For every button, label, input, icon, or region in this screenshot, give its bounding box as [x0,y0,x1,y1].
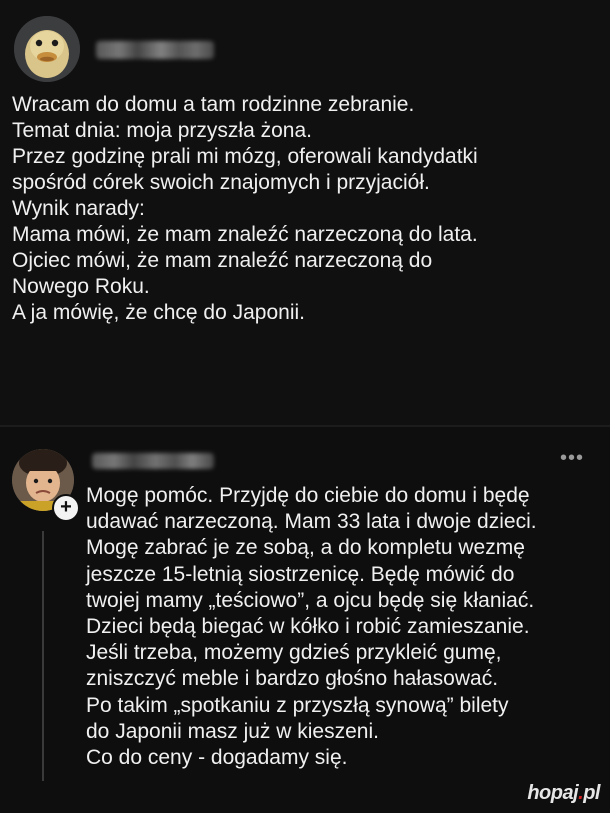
post-line: Mama mówi, że mam znaleźć narzeczoną do … [12,223,478,246]
comment: + ••• Mogę pomóc. Przyjdę do ciebie do d… [0,427,610,813]
comment-line: Co do ceny - dogadamy się. [86,746,348,770]
watermark-main: hopaj [527,782,579,804]
comment-line: Mogę zabrać je ze sobą, a do kompletu we… [86,536,525,560]
comment-line: zniszczyć meble i bardzo głośno hałasowa… [86,667,499,691]
comment-line: Dzieci będą biegać w kółko i robić zamie… [86,615,530,639]
post-line: Ojciec mówi, że mam znaleźć narzeczoną d… [12,249,433,272]
comment-line: Mogę pomóc. Przyjdę do ciebie do domu i … [86,484,530,507]
comment-line: do Japonii masz już w kieszeni. [86,719,379,743]
thread-line [42,531,44,781]
add-friend-icon[interactable]: + [52,494,80,522]
comment-line: Jeśli trzeba, możemy gdzieś przykleić gu… [86,641,502,665]
comment-line: udawać narzeczoną. Mam 33 lata i dwoje d… [86,510,537,534]
post: Wracam do domu a tam rodzinne zebranie. … [0,0,610,425]
comment-body: Mogę pomóc. Przyjdę do ciebie do domu i … [86,483,606,771]
post-line: Nowego Roku. [12,275,150,298]
post-line: Przez godzinę prali mi mózg, oferowali k… [12,145,478,168]
post-line: A ja mówię, że chcę do Japonii. [12,301,305,324]
comment-line: twojej mamy „teściowo”, a ojcu będę się … [86,588,535,612]
post-line: Temat dnia: moja przyszła żona. [12,119,312,142]
post-line: Wynik narady: [12,197,145,220]
comment-line: jeszcze 15-letnią siostrzenicę. Będę mów… [86,562,515,586]
more-options-icon[interactable]: ••• [560,447,584,470]
post-line: Wracam do domu a tam rodzinne zebranie. [12,93,415,116]
site-watermark: hopaj.pl [527,782,600,805]
author-name-blurred[interactable] [96,41,214,59]
duckling-avatar-icon[interactable] [14,16,80,82]
watermark-tld: pl [583,782,600,804]
post-body: Wracam do domu a tam rodzinne zebranie. … [12,92,602,326]
comment-line: Po takim „spotkaniu z przyszłą synową” b… [86,693,509,717]
commenter-name-blurred[interactable] [92,453,214,469]
post-line: spośród córek swoich znajomych i przyjac… [12,171,430,194]
